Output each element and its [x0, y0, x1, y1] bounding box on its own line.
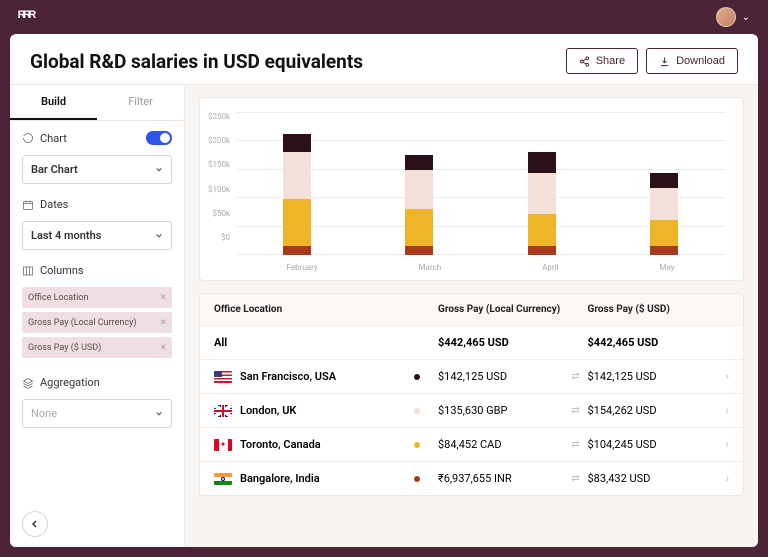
layers-icon — [22, 377, 34, 389]
chart-type-select[interactable]: Bar Chart — [22, 155, 172, 184]
gross-pay-usd: $83,432 USD — [588, 472, 714, 485]
chart-panel: $250k$200k$150k$100k$50k$0 FebruaryMarch… — [199, 97, 744, 281]
columns-section-label: Columns — [22, 264, 172, 277]
salary-table: Office Location Gross Pay (Local Currenc… — [199, 293, 744, 496]
chevron-right-icon: › — [713, 404, 729, 417]
tab-filter[interactable]: Filter — [97, 85, 184, 120]
calendar-icon — [22, 199, 34, 211]
chart-toggle[interactable] — [146, 131, 172, 145]
chevron-down-icon — [155, 232, 163, 240]
download-icon — [659, 56, 670, 67]
chart-x-axis: FebruaryMarchAprilMay — [236, 255, 725, 272]
download-label: Download — [676, 55, 725, 67]
dates-select[interactable]: Last 4 months — [22, 221, 172, 250]
avatar — [716, 7, 736, 27]
columns-icon — [22, 265, 34, 277]
share-icon — [579, 56, 590, 67]
download-button[interactable]: Download — [646, 48, 738, 74]
chevron-right-icon: › — [713, 438, 729, 451]
dates-section-label: Dates — [22, 198, 172, 211]
flag-icon — [214, 405, 232, 417]
chart-bar[interactable] — [650, 173, 678, 255]
table-row[interactable]: London, UK $135,630 GBP ⇄ $154,262 USD › — [200, 393, 743, 427]
series-dot-icon — [414, 476, 420, 482]
chart-bar[interactable] — [528, 152, 556, 255]
chevron-right-icon: › — [713, 472, 729, 485]
swap-icon: ⇄ — [564, 371, 588, 382]
chart-plot-area — [236, 112, 725, 255]
chart-bar[interactable] — [283, 134, 311, 255]
swap-icon: ⇄ — [564, 405, 588, 416]
flag-icon — [214, 473, 232, 485]
chart-section-label: Chart — [22, 132, 67, 145]
remove-chip-icon[interactable]: × — [161, 317, 166, 328]
sidebar: Build Filter Chart Bar Chart — [10, 85, 185, 547]
back-button[interactable] — [22, 511, 48, 537]
brand-logo: ᴿᴿᴿ — [18, 7, 34, 27]
table-row[interactable]: San Francisco, USA $142,125 USD ⇄ $142,1… — [200, 359, 743, 393]
chevron-down-icon — [155, 166, 163, 174]
table-row-total[interactable]: All $442,465 USD $442,465 USD — [200, 325, 743, 359]
location-name: Toronto, Canada — [240, 438, 321, 451]
gross-pay-usd: $142,125 USD — [588, 370, 714, 383]
gross-pay-local: $142,125 USD — [438, 370, 564, 383]
app-topbar: ᴿᴿᴿ ⌄ — [0, 0, 768, 34]
gross-pay-local: ₹6,937,655 INR — [438, 472, 564, 485]
page-title: Global R&D salaries in USD equivalents — [30, 50, 363, 73]
aggregation-select[interactable]: None — [22, 399, 172, 428]
location-name: Bangalore, India — [240, 472, 320, 485]
table-row[interactable]: Bangalore, India ₹6,937,655 INR ⇄ $83,43… — [200, 461, 743, 495]
table-header: Office Location Gross Pay (Local Currenc… — [200, 294, 743, 325]
series-dot-icon — [414, 374, 420, 380]
gross-pay-usd: $154,262 USD — [588, 404, 714, 417]
page-header: Global R&D salaries in USD equivalents S… — [10, 34, 758, 85]
series-dot-icon — [414, 442, 420, 448]
column-chip[interactable]: Gross Pay ($ USD)× — [22, 337, 172, 358]
aggregation-section-label: Aggregation — [22, 376, 172, 389]
refresh-icon — [22, 132, 34, 144]
swap-icon: ⇄ — [564, 439, 588, 450]
remove-chip-icon[interactable]: × — [161, 342, 166, 353]
gross-pay-local: $135,630 GBP — [438, 404, 564, 417]
gross-pay-local: $84,452 CAD — [438, 438, 564, 451]
share-label: Share — [596, 55, 625, 67]
col-header-local: Gross Pay (Local Currency) — [438, 304, 564, 315]
flag-icon: ✦ — [214, 439, 232, 451]
table-row[interactable]: ✦ Toronto, Canada $84,452 CAD ⇄ $104,245… — [200, 427, 743, 461]
location-name: San Francisco, USA — [240, 370, 336, 383]
tab-build[interactable]: Build — [10, 85, 97, 120]
location-name: London, UK — [240, 404, 296, 417]
gross-pay-usd: $104,245 USD — [588, 438, 714, 451]
series-dot-icon — [414, 408, 420, 414]
arrow-left-icon — [30, 519, 40, 529]
chevron-down-icon: ⌄ — [742, 12, 750, 23]
flag-icon — [214, 371, 232, 383]
col-header-location: Office Location — [214, 304, 414, 315]
share-button[interactable]: Share — [566, 48, 638, 74]
column-chip[interactable]: Office Location× — [22, 287, 172, 308]
remove-chip-icon[interactable]: × — [161, 292, 166, 303]
chart-bar[interactable] — [405, 155, 433, 255]
chevron-down-icon — [155, 410, 163, 418]
user-menu[interactable]: ⌄ — [716, 7, 750, 27]
col-header-usd: Gross Pay ($ USD) — [588, 304, 714, 315]
column-chip[interactable]: Gross Pay (Local Currency)× — [22, 312, 172, 333]
swap-icon: ⇄ — [564, 473, 588, 484]
chart-y-axis: $250k$200k$150k$100k$50k$0 — [208, 112, 236, 242]
chevron-right-icon: › — [713, 370, 729, 383]
